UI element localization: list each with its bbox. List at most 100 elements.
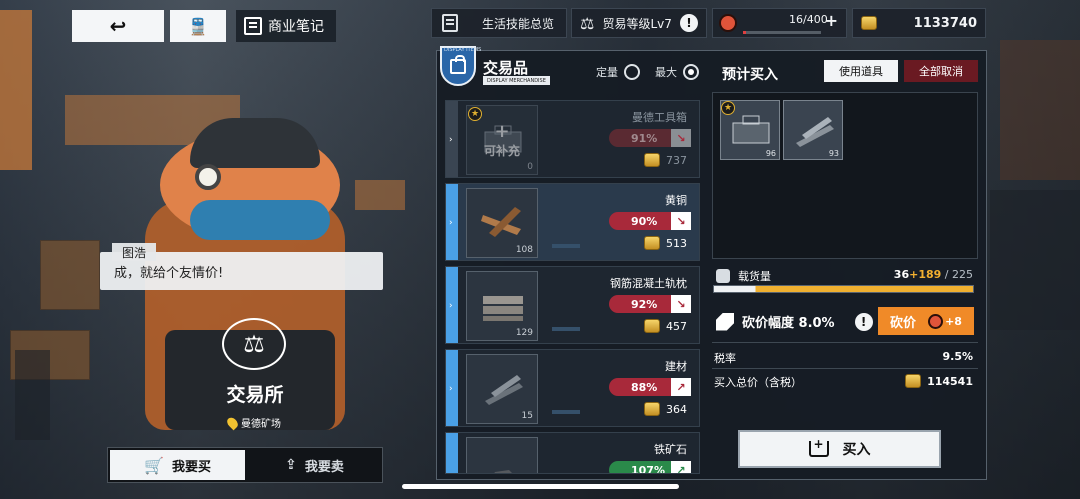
item-strip: [446, 433, 458, 473]
price-ratio-value: 88%: [631, 380, 658, 394]
trend-up-icon: ↗: [671, 461, 691, 473]
cargo-capacity: 载货量: [716, 268, 771, 284]
business-notes-label: 商业笔记: [268, 19, 324, 35]
total-price-label: 买入总价（含税）: [714, 376, 802, 389]
mode-max-radio[interactable]: [683, 64, 699, 80]
item-thumbnail: [466, 437, 538, 473]
coin-icon: [644, 236, 660, 250]
life-skills-button[interactable]: 生活技能总览: [431, 8, 567, 38]
mode-max-option[interactable]: 最大: [655, 64, 699, 80]
train-button[interactable]: 🚆: [170, 10, 226, 42]
total-price-value: 114541: [927, 374, 973, 388]
price-ratio-value: 90%: [631, 214, 658, 228]
tax-label: 税率: [714, 352, 736, 365]
price-ratio: 90% ↘: [609, 212, 691, 230]
trade-level-chip[interactable]: ⚖ 贸易等级Lv7 !: [571, 8, 707, 38]
character-scarf: [190, 200, 330, 240]
item-qty: 108: [515, 245, 533, 255]
building-material-icon: [796, 117, 834, 147]
merchandise-item[interactable]: › 108 黄铜 90% ↘ 513: [445, 183, 700, 261]
star-badge-icon: ★: [468, 107, 482, 121]
expand-arrow-icon: ›: [449, 218, 453, 228]
coin-icon: [861, 16, 877, 30]
basket-item-qty: 93: [828, 149, 839, 158]
buy-button[interactable]: 买入: [738, 430, 941, 468]
trend-down-icon: ↘: [671, 212, 691, 230]
merchandise-item[interactable]: › + 可补充 0 ★ 曼德工具箱 91% ↘ 737: [445, 100, 700, 178]
skills-icon: [442, 14, 458, 32]
coin-icon: [905, 374, 922, 388]
expand-arrow-icon: ›: [449, 384, 453, 394]
item-price-value: 364: [666, 402, 687, 416]
merchandise-item[interactable]: 铁矿石 107% ↗: [445, 432, 700, 474]
life-skills-label: 生活技能总览: [482, 16, 555, 31]
bargain-cost-value: +8: [945, 314, 962, 328]
buy-sell-tabs: 🛒 我要买 ⇪ 我要卖: [107, 447, 383, 483]
exchange-logo: ⚖: [222, 318, 286, 370]
tab-sell[interactable]: ⇪ 我要卖: [247, 448, 382, 482]
business-notes-button[interactable]: 商业笔记: [236, 10, 336, 42]
bg-machine: [15, 350, 50, 440]
price-ratio: 107% ↗: [609, 461, 691, 474]
item-stock-bar: [552, 244, 580, 248]
cargo-sep: /: [941, 268, 952, 281]
stamina-value: 16/400: [789, 13, 828, 26]
trade-level-info-icon[interactable]: !: [680, 14, 698, 32]
mode-fixed-option[interactable]: 定量: [596, 64, 640, 80]
item-price-value: 737: [666, 153, 687, 167]
use-item-button[interactable]: 使用道具: [824, 60, 898, 82]
stamina-add-button[interactable]: +: [825, 11, 838, 30]
item-thumbnail: 15: [466, 354, 538, 424]
tab-buy-label: 我要买: [171, 459, 211, 475]
scales-icon: ⚖: [580, 13, 595, 33]
stamina-face-icon: [719, 14, 737, 32]
location: 曼德矿场: [225, 415, 281, 430]
bargain-cost: +8: [928, 313, 962, 329]
item-name: 建材: [665, 360, 687, 373]
display-items-tag: DISPLAY ITEMS: [444, 47, 482, 53]
expand-arrow-icon: ›: [449, 135, 453, 145]
divider: [712, 342, 978, 343]
concrete-sleeper-icon: [483, 296, 523, 321]
bg-structure: [990, 190, 1080, 330]
bargain-button[interactable]: 砍价 +8: [878, 307, 974, 335]
price-ratio: 88% ↗: [609, 378, 691, 396]
notebook-icon: [244, 17, 262, 35]
money-chip: 1133740: [852, 8, 986, 38]
cargo-add: +189: [909, 268, 942, 281]
cart-add-icon: [808, 437, 829, 457]
item-name: 钢筋混凝土轨枕: [610, 277, 687, 290]
item-name: 曼德工具箱: [632, 111, 687, 124]
coin-icon: [644, 153, 660, 167]
bargain-info: 砍价幅度 8.0% !: [716, 312, 873, 331]
speaker-name: 图浩: [112, 243, 157, 261]
tab-buy[interactable]: 🛒 我要买: [110, 450, 245, 480]
train-icon: 🚆: [188, 16, 208, 36]
mode-fixed-radio[interactable]: [624, 64, 640, 80]
back-button[interactable]: ↩: [72, 10, 164, 42]
total-price: 114541: [905, 374, 973, 388]
cancel-all-button[interactable]: 全部取消: [904, 60, 978, 82]
stamina-bar-fill: [743, 31, 747, 34]
bg-pillar: [0, 10, 32, 170]
expand-arrow-icon: ›: [449, 301, 453, 311]
cargo-current: 36: [893, 268, 910, 281]
brass-icon: [481, 207, 521, 237]
back-icon: ↩: [109, 14, 127, 38]
item-price: 457: [644, 319, 687, 333]
character-cap: [190, 118, 320, 168]
bargain-info-icon[interactable]: !: [854, 312, 873, 331]
item-qty: 15: [521, 411, 533, 421]
plus-icon: +: [494, 121, 510, 142]
trend-down-icon: ↘: [671, 295, 691, 313]
basket-item-qty: 96: [765, 149, 776, 158]
price-ratio: 91% ↘: [609, 129, 691, 147]
basket-item[interactable]: 93: [783, 100, 843, 160]
merchandise-item[interactable]: › 15 建材 88% ↗ 364: [445, 349, 700, 427]
stamina-face-icon: [928, 313, 944, 329]
expected-purchase-title: 预计买入: [722, 67, 778, 83]
home-indicator[interactable]: [402, 484, 679, 489]
character-goggle: [195, 164, 221, 190]
price-ratio-value: 107%: [631, 463, 665, 474]
merchandise-item[interactable]: › 129 钢筋混凝土轨枕 92% ↘ 457: [445, 266, 700, 344]
